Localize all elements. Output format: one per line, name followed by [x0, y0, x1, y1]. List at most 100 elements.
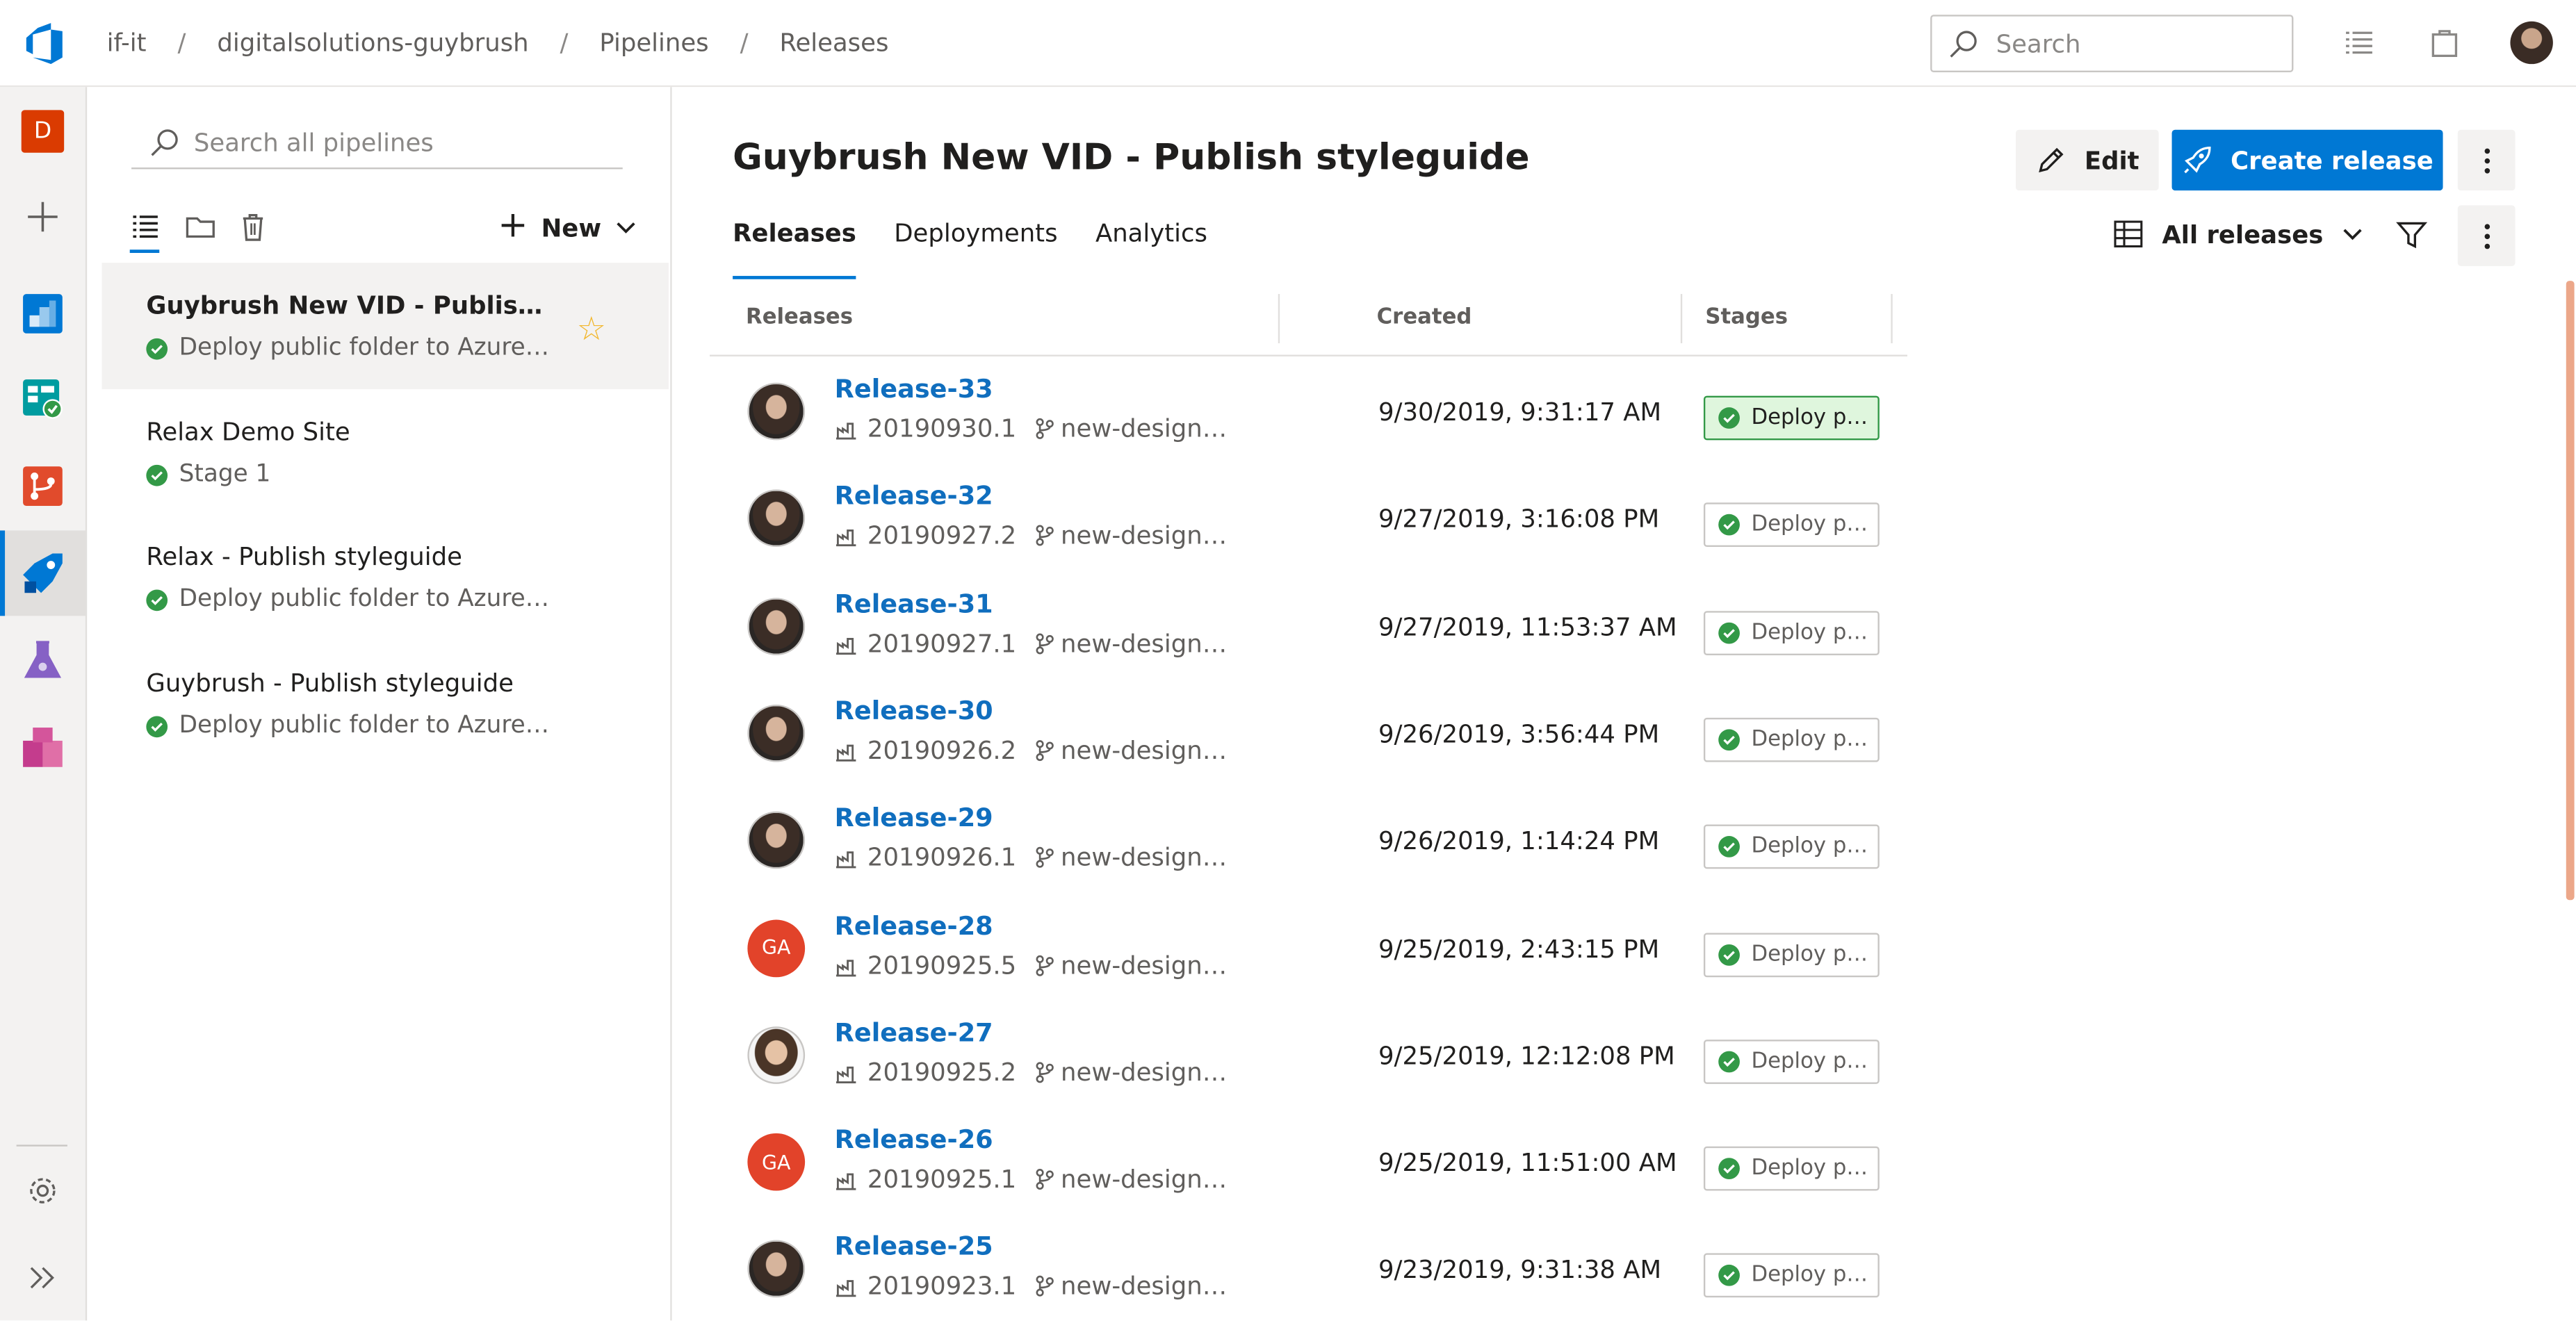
build-artifact-icon	[836, 1281, 856, 1298]
expand-rail-icon[interactable]	[19, 1255, 65, 1301]
new-pipeline-button[interactable]: + New	[498, 205, 637, 247]
success-check-icon	[1718, 1158, 1740, 1180]
more-vertical-icon	[2484, 223, 2489, 249]
overview-icon[interactable]	[19, 290, 65, 336]
filter-icon[interactable]	[2395, 218, 2428, 251]
release-build-info: 20190926.1 new-design…	[835, 843, 1227, 872]
release-row[interactable]: Release-27 20190925.2 new-design… 9/25/2019…	[710, 1001, 1907, 1108]
artifacts-icon[interactable]	[19, 724, 65, 770]
release-row[interactable]: Release-25 20190923.1 new-design… 9/23/2019…	[710, 1216, 1907, 1321]
view-more-actions-button[interactable]	[2457, 205, 2516, 266]
stage-name: Deploy p…	[1751, 1156, 1868, 1181]
stage-status-pill[interactable]: Deploy p…	[1703, 610, 1880, 655]
release-name-link[interactable]: Release-26	[835, 1125, 993, 1155]
list-view-icon[interactable]	[130, 211, 163, 243]
branch-name: new-design…	[1061, 735, 1228, 766]
release-row[interactable]: Release-30 20190926.2 new-design… 9/26/2019…	[710, 680, 1907, 787]
build-number: 20190925.1	[867, 1164, 1017, 1195]
work-items-list-icon[interactable]	[2342, 26, 2375, 59]
stage-status-pill[interactable]: Deploy p…	[1703, 824, 1880, 869]
column-divider[interactable]	[1278, 294, 1280, 343]
create-release-button[interactable]: Create release	[2171, 129, 2443, 191]
tab-deployments[interactable]: Deployments	[894, 218, 1057, 279]
branch-icon	[1035, 418, 1054, 439]
release-row[interactable]: Release-32 20190927.2 new-design… 9/27/2019…	[710, 466, 1907, 573]
shopping-bag-icon[interactable]	[2428, 26, 2461, 59]
release-created-date: 9/25/2019, 12:12:08 PM	[1378, 1040, 1675, 1071]
breadcrumb-releases[interactable]: Releases	[779, 28, 888, 58]
release-name-link[interactable]: Release-28	[835, 911, 993, 941]
create-release-label: Create release	[2231, 145, 2434, 175]
release-created-date: 9/25/2019, 2:43:15 PM	[1378, 933, 1660, 964]
more-actions-button[interactable]	[2457, 129, 2516, 191]
release-name-link[interactable]: Release-31	[835, 589, 993, 619]
success-check-icon	[1718, 836, 1740, 858]
folder-view-icon[interactable]	[184, 211, 217, 243]
breadcrumb-org[interactable]: if-it	[107, 28, 147, 58]
add-icon[interactable]	[19, 194, 65, 240]
deleted-pipelines-trash-icon[interactable]	[236, 211, 269, 243]
release-name-link[interactable]: Release-33	[835, 375, 993, 404]
favorite-star-icon[interactable]: ☆	[577, 309, 606, 348]
release-row[interactable]: Release-33 20190930.1 new-design… 9/30/2019…	[710, 358, 1907, 465]
boards-icon[interactable]	[19, 376, 65, 422]
release-name-link[interactable]: Release-27	[835, 1018, 993, 1048]
settings-gear-icon[interactable]	[19, 1167, 65, 1213]
branch-icon	[1035, 954, 1054, 976]
column-releases[interactable]: Releases	[746, 306, 853, 330]
breadcrumb-pipelines[interactable]: Pipelines	[599, 28, 708, 58]
org-switcher[interactable]: D	[19, 108, 65, 154]
branch-info: new-design…	[1034, 628, 1227, 658]
vertical-scrollbar[interactable]	[2566, 281, 2575, 901]
release-row[interactable]: Release-29 20190926.1 new-design… 9/26/2019…	[710, 787, 1907, 894]
pipeline-list-item[interactable]: Relax - Publish styleguide Deploy public …	[102, 514, 669, 641]
test-plans-icon[interactable]	[19, 637, 65, 683]
breadcrumb-project[interactable]: digitalsolutions-guybrush	[217, 28, 528, 58]
success-check-icon	[1718, 729, 1740, 750]
stage-status-pill[interactable]: Deploy p…	[1703, 1146, 1880, 1191]
build-number: 20190927.1	[867, 628, 1017, 658]
stage-status-pill[interactable]: Deploy p…	[1703, 395, 1880, 441]
breadcrumb-separator: /	[740, 28, 749, 58]
release-build-info: 20190925.1 new-design…	[835, 1164, 1227, 1195]
pipeline-stage-text: Deploy public folder to Azure Storage	[179, 335, 551, 361]
release-name-link[interactable]: Release-29	[835, 803, 993, 833]
stage-status-pill[interactable]: Deploy p…	[1703, 717, 1880, 762]
release-name-link[interactable]: Release-25	[835, 1233, 993, 1263]
stage-status-pill[interactable]: Deploy p…	[1703, 1254, 1880, 1299]
release-row[interactable]: Release-31 20190927.1 new-design… 9/27/2019…	[710, 573, 1907, 680]
creator-avatar	[747, 490, 806, 548]
success-check-icon	[1718, 514, 1740, 536]
branch-name: new-design…	[1061, 1272, 1228, 1302]
pipeline-search-input[interactable]: Search all pipelines	[131, 117, 623, 170]
release-name-link[interactable]: Release-30	[835, 696, 993, 726]
success-check-icon	[146, 463, 168, 486]
stage-name: Deploy p…	[1751, 727, 1868, 753]
stage-status-pill[interactable]: Deploy p…	[1703, 932, 1880, 977]
column-divider[interactable]	[1891, 294, 1893, 343]
column-stages[interactable]: Stages	[1705, 306, 1788, 330]
global-search-input[interactable]: Search	[1930, 15, 2294, 72]
repos-icon[interactable]	[19, 463, 65, 509]
tab-releases[interactable]: Releases	[733, 218, 857, 279]
stage-status-pill[interactable]: Deploy p…	[1703, 1039, 1880, 1084]
release-name-link[interactable]: Release-32	[835, 482, 993, 511]
view-selector-dropdown[interactable]: All releases	[2112, 218, 2364, 249]
release-row[interactable]: GA Release-28 20190925.5 new-design… 9/25/20…	[710, 894, 1907, 1001]
pipeline-list-item[interactable]: Guybrush New VID - Publish styleguide Dep…	[101, 263, 669, 390]
stage-name: Deploy p…	[1751, 513, 1868, 538]
column-created[interactable]: Created	[1377, 306, 1472, 330]
pipeline-list-item[interactable]: Relax Demo Site Stage 1	[102, 389, 669, 516]
pipeline-list-item[interactable]: Guybrush - Publish styleguide Deploy publ…	[102, 641, 669, 767]
user-avatar[interactable]	[2510, 21, 2553, 65]
edit-button[interactable]: Edit	[2016, 129, 2159, 191]
column-divider[interactable]	[1680, 294, 1683, 343]
build-artifact-icon	[836, 637, 856, 655]
azure-devops-logo-icon[interactable]	[23, 23, 65, 65]
release-row[interactable]: GA Release-26 20190925.1 new-design… 9/25/20…	[710, 1109, 1907, 1216]
release-build-info: 20190923.1 new-design…	[835, 1272, 1228, 1302]
tab-analytics[interactable]: Analytics	[1095, 218, 1207, 279]
stage-status-pill[interactable]: Deploy p…	[1703, 502, 1880, 548]
pipelines-icon[interactable]	[19, 550, 65, 596]
breadcrumb-separator: /	[177, 28, 186, 58]
